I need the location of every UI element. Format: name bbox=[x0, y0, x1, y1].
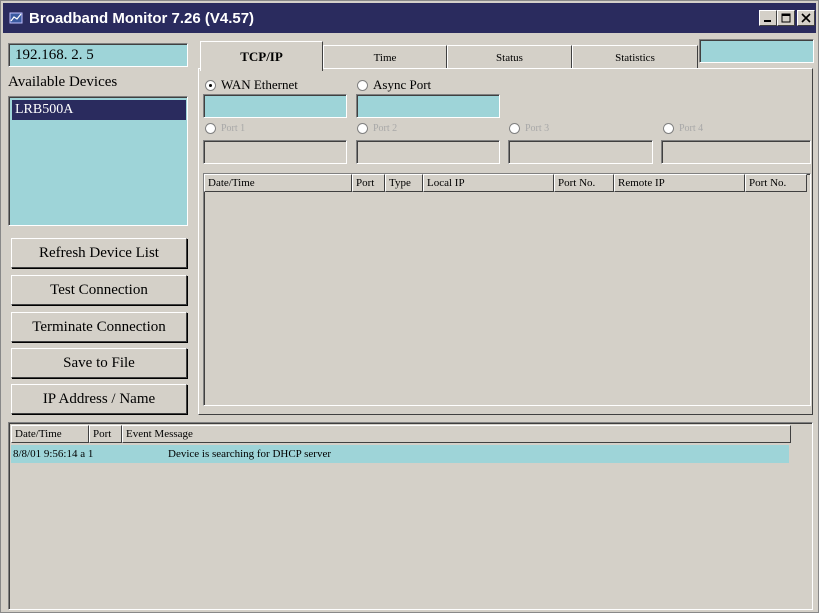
maximize-icon bbox=[781, 13, 791, 23]
radio-port-4-label: Port 4 bbox=[679, 123, 704, 134]
radio-async-port[interactable]: Async Port bbox=[357, 77, 431, 93]
radio-port-3-label: Port 3 bbox=[525, 123, 550, 134]
tab-status[interactable]: Status bbox=[447, 45, 572, 69]
app-window: Broadband Monitor 7.26 (V4.57) 192.168. … bbox=[0, 0, 819, 613]
connections-table-header: Date/Time Port Type Local IP Port No. Re… bbox=[204, 174, 810, 192]
column-header[interactable]: Date/Time bbox=[11, 425, 89, 443]
radio-unchecked-icon bbox=[509, 123, 520, 134]
port-2-field bbox=[356, 140, 500, 164]
column-header[interactable]: Local IP bbox=[423, 174, 554, 192]
device-list[interactable]: LRB500A bbox=[8, 96, 188, 226]
available-devices-label: Available Devices bbox=[8, 74, 118, 90]
event-port bbox=[93, 445, 126, 463]
tab-tcpip[interactable]: TCP/IP bbox=[200, 41, 323, 71]
radio-wan-label: WAN Ethernet bbox=[221, 77, 298, 92]
app-icon bbox=[9, 12, 23, 24]
port-3-field bbox=[508, 140, 653, 164]
ip-address-name-button[interactable]: IP Address / Name bbox=[11, 384, 187, 414]
radio-unchecked-icon bbox=[663, 123, 674, 134]
minimize-icon bbox=[764, 20, 771, 22]
save-to-file-button[interactable]: Save to File bbox=[11, 348, 187, 378]
radio-port-4[interactable]: Port 4 bbox=[663, 123, 703, 134]
column-header[interactable]: Port No. bbox=[745, 174, 807, 192]
device-list-item[interactable]: LRB500A bbox=[12, 100, 186, 120]
async-port-field[interactable] bbox=[356, 94, 500, 118]
radio-wan-ethernet[interactable]: WAN Ethernet bbox=[205, 77, 298, 93]
column-header[interactable]: Date/Time bbox=[204, 174, 352, 192]
radio-port-1[interactable]: Port 1 bbox=[205, 123, 245, 134]
close-button[interactable] bbox=[797, 10, 815, 26]
wan-ethernet-field[interactable] bbox=[203, 94, 347, 118]
column-header[interactable]: Port bbox=[89, 425, 122, 443]
radio-port-3[interactable]: Port 3 bbox=[509, 123, 549, 134]
terminate-connection-button[interactable]: Terminate Connection bbox=[11, 312, 187, 342]
tab-statistics[interactable]: Statistics bbox=[572, 45, 698, 69]
tab-time[interactable]: Time bbox=[323, 45, 447, 69]
status-indicator-field bbox=[699, 39, 814, 63]
event-log-header: Date/Time Port Event Message bbox=[11, 425, 791, 443]
radio-port-1-label: Port 1 bbox=[221, 123, 246, 134]
connections-table[interactable]: Date/Time Port Type Local IP Port No. Re… bbox=[203, 173, 811, 406]
radio-async-label: Async Port bbox=[373, 77, 432, 92]
radio-unchecked-icon bbox=[205, 123, 216, 134]
minimize-button[interactable] bbox=[759, 10, 777, 26]
radio-port-2[interactable]: Port 2 bbox=[357, 123, 397, 134]
refresh-device-list-button[interactable]: Refresh Device List bbox=[11, 238, 187, 268]
column-header[interactable]: Port bbox=[352, 174, 385, 192]
column-header[interactable]: Port No. bbox=[554, 174, 614, 192]
event-log-row[interactable]: 8/8/01 9:56:14 a 1 Device is searching f… bbox=[11, 445, 789, 463]
title-bar[interactable]: Broadband Monitor 7.26 (V4.57) bbox=[3, 3, 816, 33]
event-message: Device is searching for DHCP server bbox=[168, 448, 332, 460]
event-log[interactable]: Date/Time Port Event Message 8/8/01 9:56… bbox=[8, 422, 813, 610]
test-connection-button[interactable]: Test Connection bbox=[11, 275, 187, 305]
radio-unchecked-icon bbox=[357, 123, 368, 134]
port-1-field bbox=[203, 140, 347, 164]
window-title: Broadband Monitor 7.26 (V4.57) bbox=[29, 9, 255, 27]
ip-address-field[interactable]: 192.168. 2. 5 bbox=[8, 43, 188, 67]
event-datetime: 8/8/01 9:56:14 a 1 bbox=[13, 448, 93, 460]
column-header[interactable]: Event Message bbox=[122, 425, 791, 443]
column-header[interactable]: Remote IP bbox=[614, 174, 745, 192]
radio-checked-icon bbox=[205, 79, 216, 91]
radio-port-2-label: Port 2 bbox=[373, 123, 398, 134]
maximize-button[interactable] bbox=[777, 10, 795, 26]
column-header[interactable]: Type bbox=[385, 174, 423, 192]
radio-unchecked-icon bbox=[357, 79, 368, 91]
close-icon bbox=[801, 13, 811, 23]
port-4-field bbox=[661, 140, 811, 164]
